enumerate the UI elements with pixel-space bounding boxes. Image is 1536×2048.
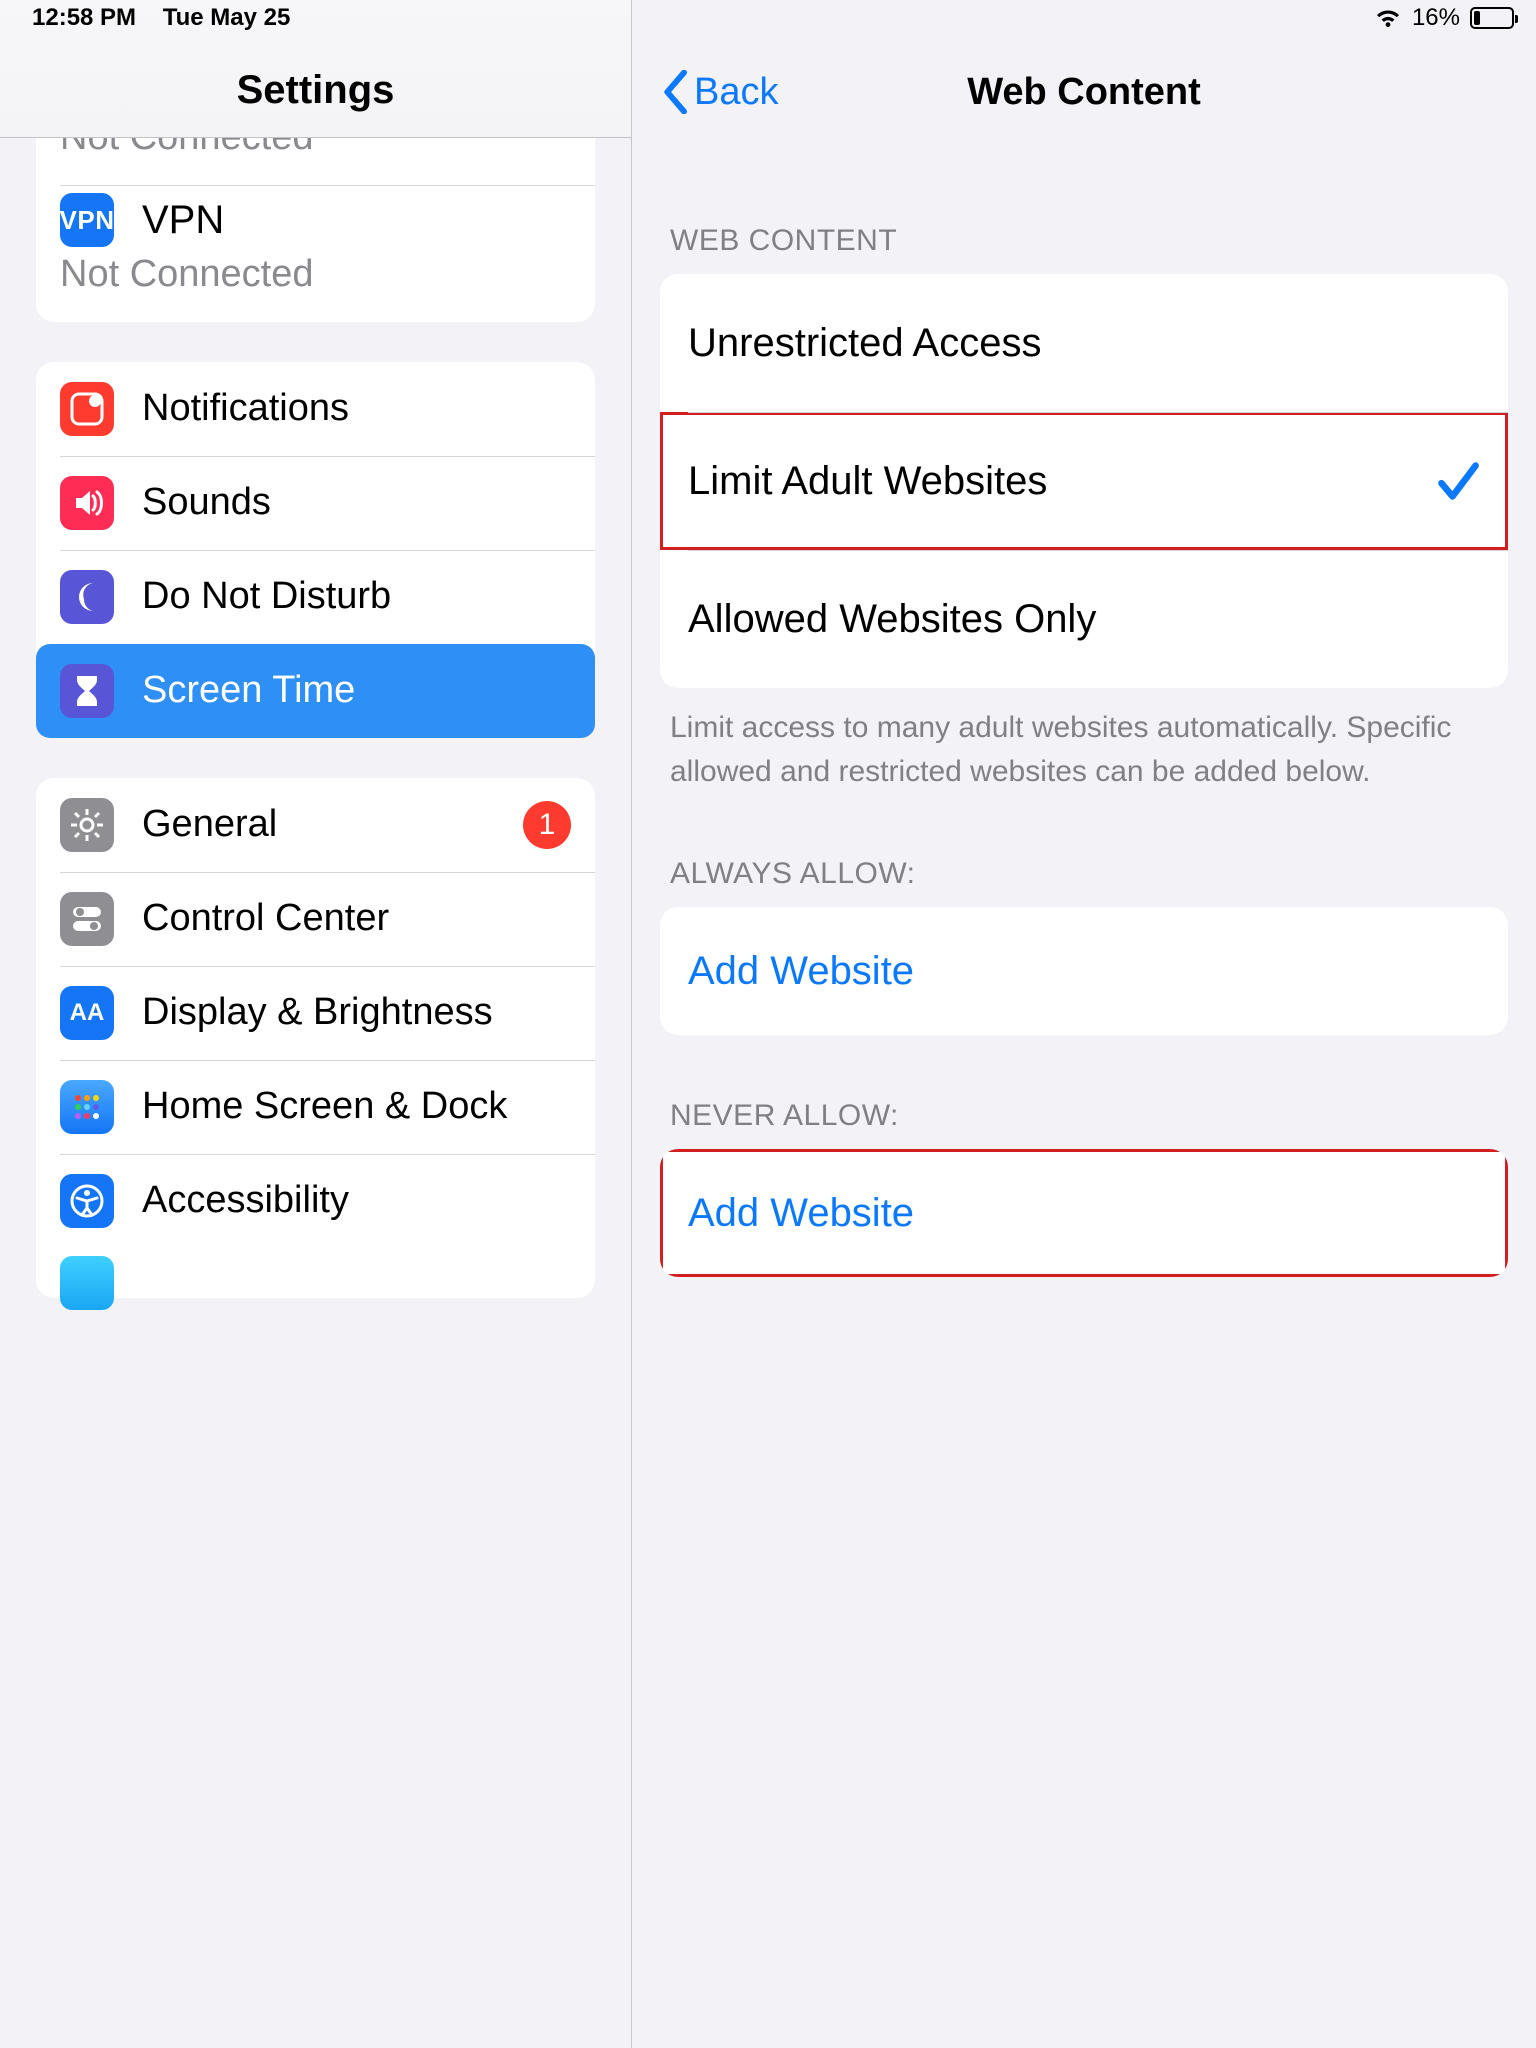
control-center-label: Control Center [142, 897, 389, 941]
always-allow-card: Add Website [660, 907, 1508, 1035]
display-label: Display & Brightness [142, 991, 493, 1035]
partial-icon [60, 1256, 114, 1310]
hourglass-icon [60, 664, 114, 718]
vpn-status: Not Connected [60, 253, 571, 296]
accessibility-icon [60, 1174, 114, 1228]
detail-pane: Back Web Content WEB CONTENT Unrestricte… [632, 0, 1536, 2048]
screentime-label: Screen Time [142, 669, 355, 713]
sidebar-item-vpn[interactable]: VPN VPN Not Connected [36, 185, 595, 322]
chevron-left-icon [660, 70, 690, 114]
sidebar-item-screentime[interactable]: Screen Time [36, 644, 595, 738]
toggles-icon [60, 892, 114, 946]
sidebar-group-notifications: Notifications Sounds Do Not Disturb [36, 362, 595, 738]
sounds-label: Sounds [142, 481, 271, 525]
gear-icon [60, 798, 114, 852]
sidebar-item-notifications[interactable]: Notifications [36, 362, 595, 456]
add-website-always[interactable]: Add Website [660, 907, 1508, 1035]
option-unrestricted-label: Unrestricted Access [688, 321, 1041, 366]
never-allow-card: Add Website [660, 1149, 1508, 1277]
app-grid-icon [60, 1080, 114, 1134]
back-label: Back [694, 71, 778, 114]
sidebar-item-display[interactable]: AA Display & Brightness [36, 966, 595, 1060]
dnd-label: Do Not Disturb [142, 575, 391, 619]
general-label: General [142, 803, 277, 847]
sidebar-item-sounds[interactable]: Sounds [36, 456, 595, 550]
settings-sidebar: Settings Bluetooth Not Connected [0, 0, 632, 2048]
sidebar-item-partial[interactable] [36, 1248, 595, 1298]
option-limit-adult-label: Limit Adult Websites [688, 459, 1047, 504]
checkmark-icon [1436, 459, 1480, 503]
add-website-never[interactable]: Add Website [660, 1149, 1508, 1277]
homescreen-label: Home Screen & Dock [142, 1085, 507, 1129]
sidebar-item-dnd[interactable]: Do Not Disturb [36, 550, 595, 644]
option-allowed-only[interactable]: Allowed Websites Only [660, 550, 1508, 688]
sidebar-group-connectivity: Bluetooth Not Connected VPN VPN Not Conn… [36, 138, 595, 322]
vpn-label: VPN [142, 198, 224, 243]
sidebar-group-general: General 1 Control Center AA Display & Br… [36, 778, 595, 1298]
sounds-icon [60, 476, 114, 530]
sidebar-item-homescreen[interactable]: Home Screen & Dock [36, 1060, 595, 1154]
status-date: Tue May 25 [163, 4, 291, 31]
sidebar-item-control-center[interactable]: Control Center [36, 872, 595, 966]
accessibility-label: Accessibility [142, 1179, 349, 1223]
sidebar-item-accessibility[interactable]: Accessibility [36, 1154, 595, 1248]
webcontent-footer: Limit access to many adult websites auto… [660, 688, 1508, 793]
text-size-icon: AA [60, 986, 114, 1040]
option-allowed-only-label: Allowed Websites Only [688, 597, 1096, 642]
option-limit-adult[interactable]: Limit Adult Websites [660, 412, 1508, 550]
option-unrestricted[interactable]: Unrestricted Access [660, 274, 1508, 412]
back-button[interactable]: Back [660, 70, 778, 114]
section-header-always-allow: ALWAYS ALLOW: [660, 793, 1508, 907]
webcontent-options: Unrestricted Access Limit Adult Websites… [660, 274, 1508, 688]
add-website-never-label: Add Website [688, 1191, 914, 1236]
notifications-label: Notifications [142, 387, 349, 431]
sidebar-item-bluetooth[interactable]: Bluetooth Not Connected [36, 138, 595, 185]
vpn-icon: VPN [60, 193, 114, 247]
section-header-never-allow: NEVER ALLOW: [660, 1035, 1508, 1149]
sidebar-scroll[interactable]: Bluetooth Not Connected VPN VPN Not Conn… [0, 138, 631, 2048]
general-badge: 1 [523, 801, 571, 849]
bluetooth-status: Not Connected [60, 138, 571, 159]
add-website-always-label: Add Website [688, 949, 914, 994]
sidebar-item-general[interactable]: General 1 [36, 778, 595, 872]
moon-icon [60, 570, 114, 624]
notifications-icon [60, 382, 114, 436]
status-time: 12:58 PM [32, 4, 136, 31]
section-header-webcontent: WEB CONTENT [660, 138, 1508, 274]
detail-header: Back Web Content [632, 0, 1536, 138]
